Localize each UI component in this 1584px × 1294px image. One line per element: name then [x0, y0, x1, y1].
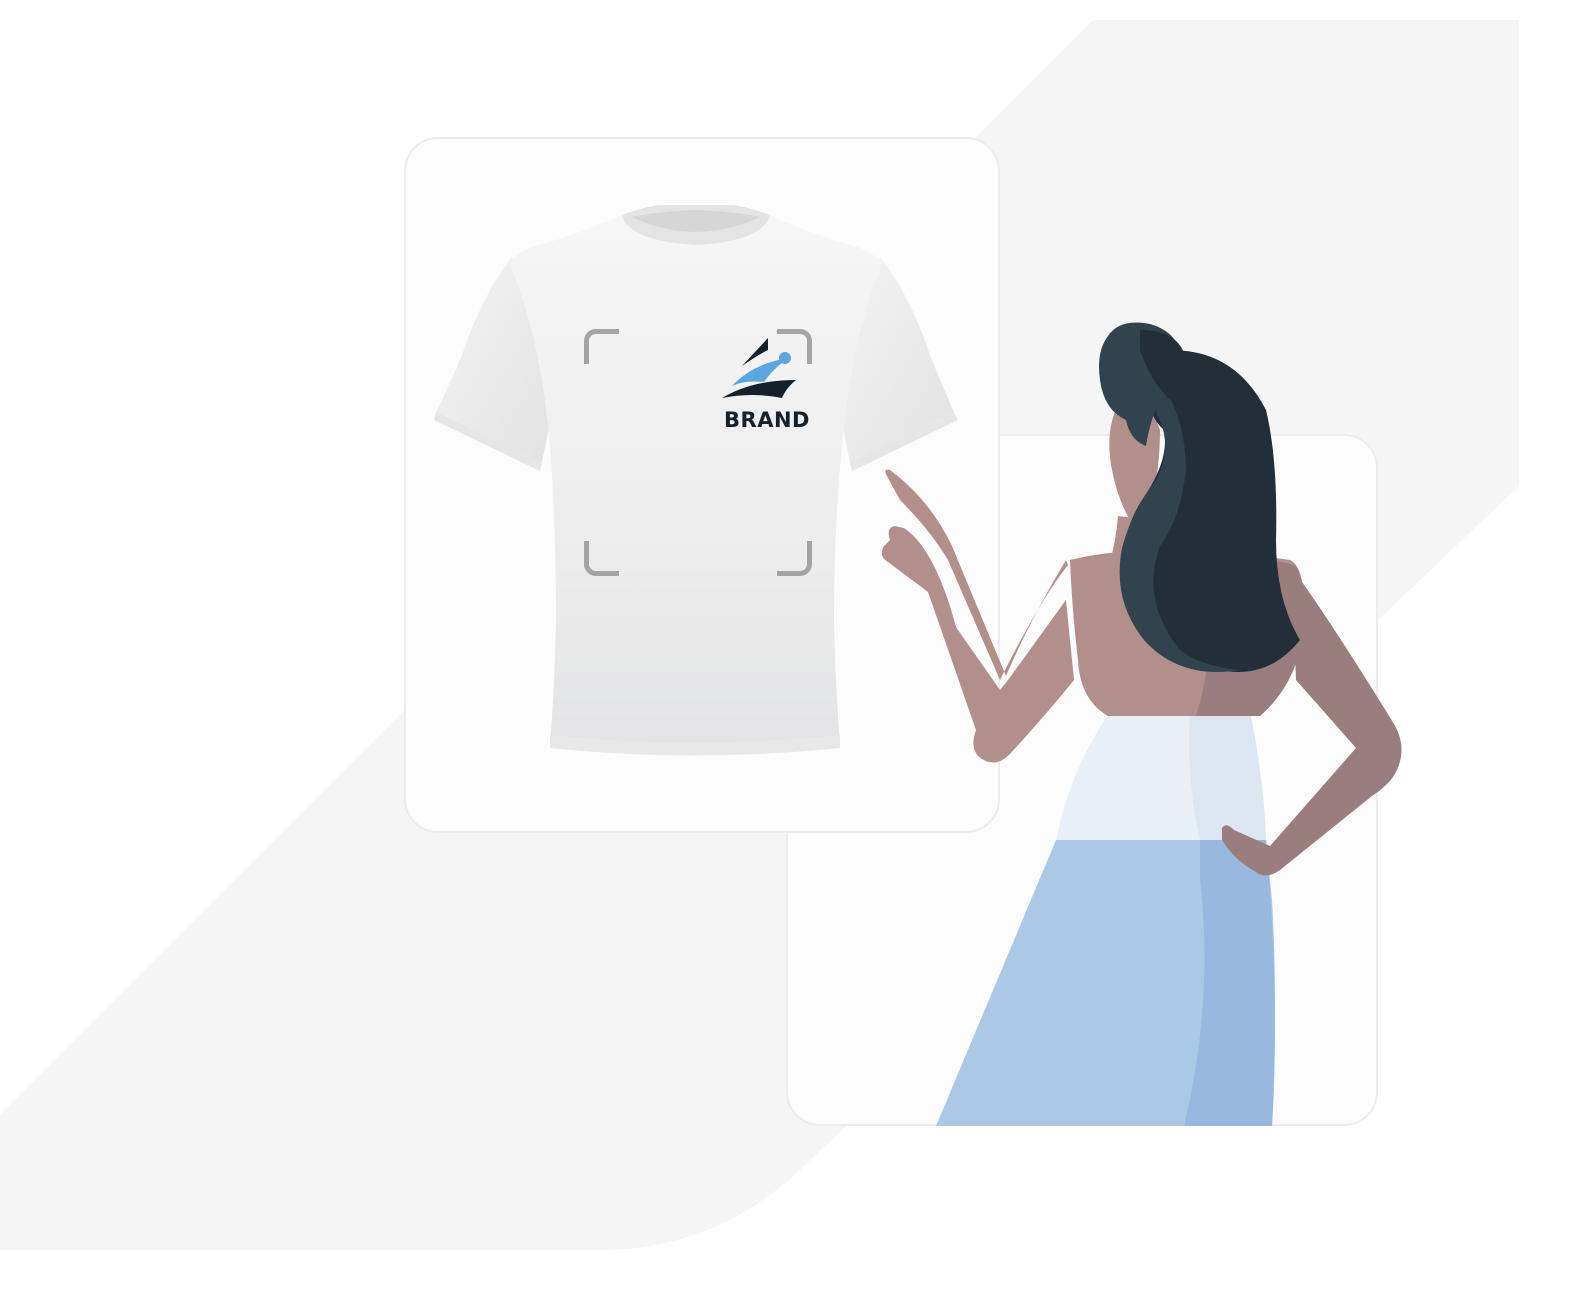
brand-logo-text: BRAND	[724, 408, 810, 432]
frame-corner-bottom-right	[777, 541, 812, 576]
frame-corner-bottom-left	[584, 541, 619, 576]
brand-logo-icon	[722, 338, 796, 398]
frame-corner-top-left	[584, 329, 619, 364]
tshirt-icon	[434, 205, 958, 756]
